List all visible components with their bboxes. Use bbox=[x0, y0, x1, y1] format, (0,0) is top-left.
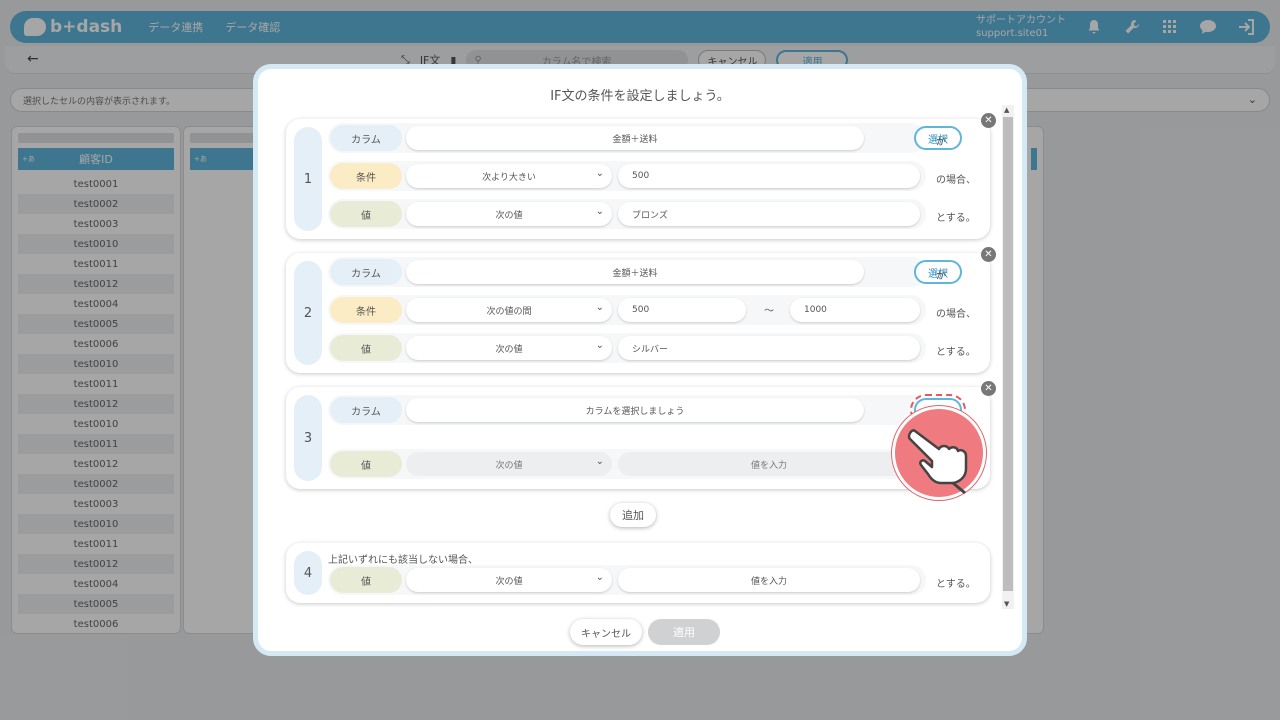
condition-operator-select[interactable]: 次より大きい ⌄ bbox=[406, 164, 612, 188]
value-operator-value: 次の値 bbox=[495, 344, 523, 355]
value-operator-select[interactable]: 次の値 ⌄ bbox=[406, 202, 612, 226]
chevron-down-icon: ⌄ bbox=[595, 456, 604, 467]
value-label: 値 bbox=[330, 201, 402, 227]
chevron-down-icon: ⌄ bbox=[595, 572, 604, 583]
close-icon[interactable]: ✕ bbox=[981, 113, 996, 128]
value-row: 値 次の値 ⌄ 値を入力 bbox=[328, 565, 926, 595]
value-label: 値 bbox=[330, 451, 402, 477]
value-row: 値 次の値 ⌄ シルバー bbox=[328, 333, 926, 363]
condition-number-1: 1 bbox=[294, 127, 322, 231]
add-condition-button[interactable]: 追加 bbox=[610, 503, 656, 527]
else-description: 上記いずれにも該当しない場合、 bbox=[328, 555, 478, 566]
chevron-down-icon: ⌄ bbox=[595, 340, 604, 351]
chevron-down-icon: ⌄ bbox=[595, 168, 604, 179]
else-card: 4 上記いずれにも該当しない場合、 値 次の値 ⌄ 値を入力 とする。 bbox=[286, 543, 990, 603]
value-operator-select[interactable]: 次の値 ⌄ bbox=[406, 568, 612, 592]
if-condition-dialog: IF文の条件を設定しましょう。 1 ✕ カラム 金額＋送料 選択 が 条件 次よ… bbox=[253, 64, 1027, 656]
condition-value-input[interactable]: 500 bbox=[618, 164, 920, 188]
condition-card-2: 2 ✕ カラム 金額＋送料 選択 が 条件 次の値の間 ⌄ 500 〜 1000… bbox=[286, 247, 996, 373]
value-input[interactable]: シルバー bbox=[618, 336, 920, 360]
dialog-title: IF文の条件を設定しましょう。 bbox=[550, 89, 730, 104]
dialog-cancel-button[interactable]: キャンセル bbox=[570, 619, 642, 645]
chevron-down-icon: ⌄ bbox=[595, 206, 604, 217]
dialog-scrollbar[interactable]: ▲ ▼ bbox=[1002, 105, 1014, 609]
column-suffix: が bbox=[936, 137, 946, 148]
value-operator-value: 次の値 bbox=[495, 576, 523, 587]
value-row: 値 次の値 ⌄ 値を入力 bbox=[328, 449, 926, 479]
condition-to-input[interactable]: 1000 bbox=[790, 298, 920, 322]
scroll-down-icon[interactable]: ▼ bbox=[1004, 600, 1009, 608]
column-field[interactable]: カラムを選択しましょう bbox=[406, 398, 864, 422]
value-operator-value: 次の値 bbox=[495, 210, 523, 221]
condition-row: 条件 次の値の間 ⌄ 500 〜 1000 bbox=[328, 295, 926, 325]
column-label: カラム bbox=[330, 397, 402, 423]
condition-label: 条件 bbox=[330, 297, 402, 323]
condition-card-1: 1 ✕ カラム 金額＋送料 選択 が 条件 次より大きい ⌄ 500 の場合、 … bbox=[286, 113, 996, 239]
scrollbar-thumb[interactable] bbox=[1003, 117, 1013, 591]
value-operator-select[interactable]: 次の値 ⌄ bbox=[406, 452, 612, 476]
column-suffix: が bbox=[936, 271, 946, 282]
column-field[interactable]: 金額＋送料 bbox=[406, 126, 864, 150]
scroll-up-icon[interactable]: ▲ bbox=[1004, 106, 1009, 114]
condition-operator-value: 次の値の間 bbox=[486, 306, 532, 317]
value-operator-select[interactable]: 次の値 ⌄ bbox=[406, 336, 612, 360]
value-label: 値 bbox=[330, 567, 402, 593]
column-row: カラム 金額＋送料 選択 bbox=[328, 257, 962, 287]
condition-number-2: 2 bbox=[294, 261, 322, 365]
column-label: カラム bbox=[330, 125, 402, 151]
value-label: 値 bbox=[330, 335, 402, 361]
value-operator-value: 次の値 bbox=[495, 460, 523, 471]
condition-card-3: 3 ✕ カラム カラムを選択しましょう 選択 が 値 次の値 ⌄ 値を入力 bbox=[286, 381, 996, 489]
column-field[interactable]: 金額＋送料 bbox=[406, 260, 864, 284]
column-row: カラム 金額＋送料 選択 bbox=[328, 123, 962, 153]
value-input[interactable]: ブロンズ bbox=[618, 202, 920, 226]
chevron-down-icon: ⌄ bbox=[595, 302, 604, 313]
conditions-scroll-area: 1 ✕ カラム 金額＋送料 選択 が 条件 次より大きい ⌄ 500 の場合、 … bbox=[280, 111, 1000, 607]
close-icon[interactable]: ✕ bbox=[981, 247, 996, 262]
value-input[interactable]: 値を入力 bbox=[618, 568, 920, 592]
condition-label: 条件 bbox=[330, 163, 402, 189]
condition-operator-select[interactable]: 次の値の間 ⌄ bbox=[406, 298, 612, 322]
value-suffix: とする。 bbox=[936, 347, 976, 358]
condition-row: 条件 次より大きい ⌄ 500 bbox=[328, 161, 926, 191]
condition-number-3: 3 bbox=[294, 395, 322, 481]
dialog-apply-button[interactable]: 適用 bbox=[648, 619, 720, 645]
condition-operator-value: 次より大きい bbox=[482, 172, 536, 183]
value-input[interactable]: 値を入力 bbox=[618, 452, 920, 476]
condition-from-input[interactable]: 500 bbox=[618, 298, 746, 322]
value-suffix: とする。 bbox=[936, 579, 976, 590]
value-row: 値 次の値 ⌄ ブロンズ bbox=[328, 199, 926, 229]
condition-suffix: の場合、 bbox=[936, 309, 976, 320]
value-suffix: とする。 bbox=[936, 213, 976, 224]
range-separator: 〜 bbox=[764, 306, 774, 317]
pointing-hand-icon bbox=[892, 406, 986, 500]
column-row: カラム カラムを選択しましょう 選択 bbox=[328, 394, 966, 426]
condition-suffix: の場合、 bbox=[936, 175, 976, 186]
column-label: カラム bbox=[330, 259, 402, 285]
close-icon[interactable]: ✕ bbox=[981, 381, 996, 396]
else-number: 4 bbox=[294, 551, 322, 595]
